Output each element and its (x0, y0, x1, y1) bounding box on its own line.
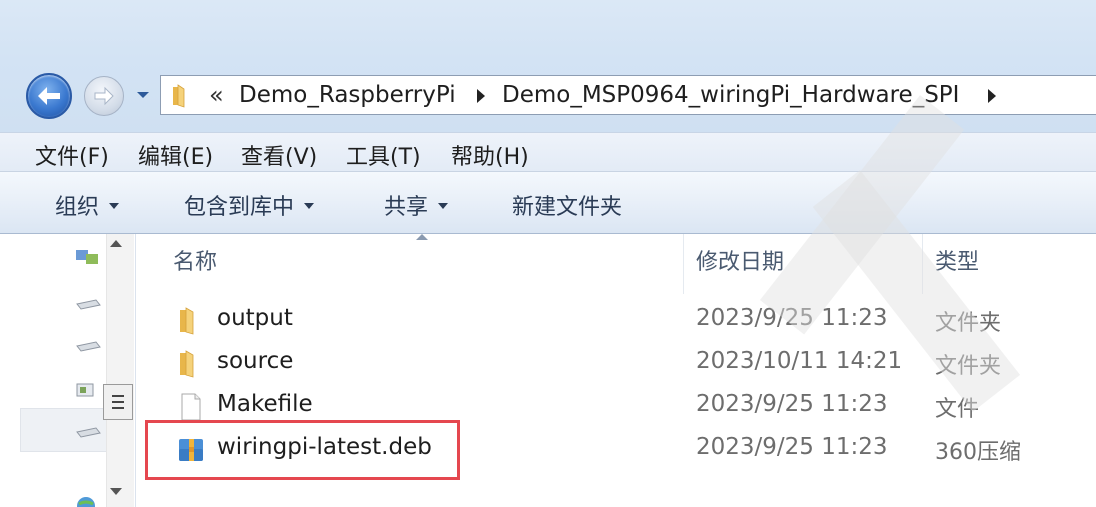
folder-icon (180, 307, 194, 335)
arrow-left-icon (38, 87, 60, 105)
explorer-window: « Demo_RaspberryPi Demo_MSP0964_wiringPi… (0, 0, 1096, 507)
network-icon[interactable] (74, 248, 102, 266)
menu-tools[interactable]: 工具(T) (346, 139, 421, 171)
file-name: Makefile (217, 391, 313, 417)
drive-icon[interactable] (74, 296, 102, 314)
column-divider[interactable] (683, 234, 684, 294)
file-icon (181, 393, 201, 421)
include-library-button[interactable]: 包含到库中 (184, 189, 315, 221)
crumb-raspberrypi[interactable]: Demo_RaspberryPi (239, 82, 456, 108)
grip-line (112, 395, 124, 397)
globe-icon[interactable] (74, 494, 102, 507)
address-bar[interactable]: « Demo_RaspberryPi Demo_MSP0964_wiringPi… (160, 75, 1096, 115)
file-date: 2023/9/25 11:23 (696, 434, 888, 460)
file-type: 360压缩 (935, 440, 1021, 465)
arrow-right-icon (94, 86, 114, 106)
menu-file[interactable]: 文件(F) (35, 139, 109, 171)
sort-ascending-icon (416, 234, 428, 240)
crumb-current-folder[interactable]: Demo_MSP0964_wiringPi_Hardware_SPI (502, 82, 959, 108)
overflow-chevron[interactable]: « (209, 81, 224, 109)
chevron-down-icon (304, 203, 315, 209)
chevron-down-icon (438, 203, 449, 209)
share-button[interactable]: 共享 (384, 189, 449, 221)
command-bar: 组织 包含到库中 共享 新建文件夹 (0, 172, 1096, 234)
menu-edit[interactable]: 编辑(E) (138, 139, 213, 171)
organize-button[interactable]: 组织 (55, 189, 120, 221)
share-label: 共享 (384, 195, 429, 220)
back-button[interactable] (26, 73, 72, 119)
chevron-down-icon (137, 92, 149, 98)
drive-icon[interactable] (74, 424, 102, 442)
file-date: 2023/10/11 14:21 (696, 348, 903, 374)
menu-view[interactable]: 查看(V) (241, 139, 317, 171)
column-date-modified[interactable]: 修改日期 (696, 244, 784, 276)
column-type[interactable]: 类型 (935, 244, 979, 276)
grip-line (112, 401, 124, 403)
include-library-label: 包含到库中 (184, 195, 295, 220)
scroll-down-arrow[interactable] (110, 488, 122, 495)
chevron-down-icon (109, 203, 120, 209)
drive-icon[interactable] (74, 338, 102, 356)
scroll-thumb[interactable] (103, 384, 133, 420)
organize-label: 组织 (55, 195, 100, 220)
column-name[interactable]: 名称 (173, 244, 217, 276)
crumb-arrow[interactable] (988, 89, 996, 103)
forward-button[interactable] (84, 76, 124, 116)
menu-help[interactable]: 帮助(H) (451, 139, 529, 171)
crumb-arrow[interactable] (477, 89, 485, 103)
file-name: output (217, 305, 293, 331)
folder-icon (173, 84, 185, 108)
nav-scrollbar[interactable] (106, 234, 134, 507)
new-folder-button[interactable]: 新建文件夹 (512, 189, 622, 221)
folder-icon (180, 350, 194, 378)
recent-pages-button[interactable] (133, 85, 153, 105)
grip-line (112, 407, 124, 409)
highlight-annotation-box (145, 420, 460, 480)
scroll-up-arrow[interactable] (110, 240, 122, 247)
network-drive-icon[interactable] (74, 382, 102, 400)
file-name: source (217, 348, 294, 374)
file-date: 2023/9/25 11:23 (696, 391, 888, 417)
